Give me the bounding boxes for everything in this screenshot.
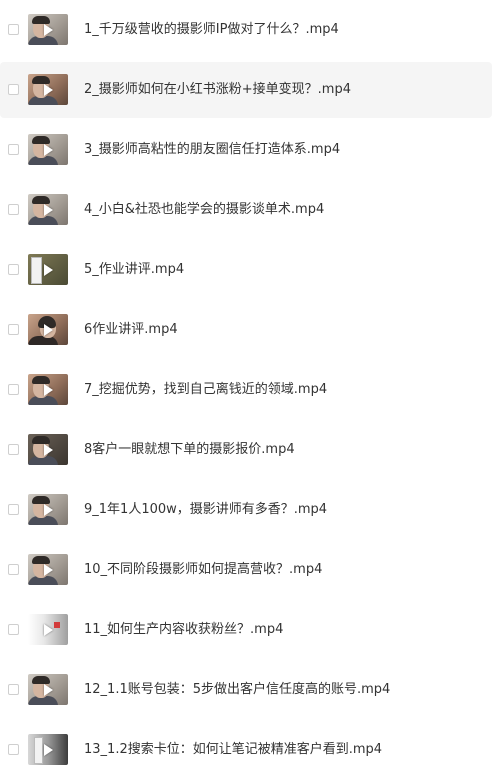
video-thumbnail[interactable]: [28, 14, 68, 45]
file-row[interactable]: 2_摄影师如何在小红书涨粉+接单变现？.mp4: [0, 62, 492, 118]
file-name[interactable]: 5_作业讲评.mp4: [84, 261, 184, 279]
select-checkbox[interactable]: [8, 744, 19, 755]
file-row[interactable]: 8客户一眼就想下单的摄影报价.mp4: [0, 422, 492, 478]
play-icon: [44, 24, 53, 36]
select-checkbox[interactable]: [8, 264, 19, 275]
play-icon: [44, 204, 53, 216]
file-name[interactable]: 1_千万级营收的摄影师IP做对了什么？.mp4: [84, 21, 339, 39]
video-thumbnail[interactable]: [28, 614, 68, 645]
play-icon: [44, 264, 53, 276]
file-row[interactable]: 12_1.1账号包装：5步做出客户信任度高的账号.mp4: [0, 662, 492, 718]
file-row[interactable]: 7_挖掘优势，找到自己离钱近的领域.mp4: [0, 362, 492, 418]
video-thumbnail[interactable]: [28, 734, 68, 765]
play-icon: [44, 444, 53, 456]
file-name[interactable]: 11_如何生产内容收获粉丝？.mp4: [84, 621, 283, 639]
file-row[interactable]: 10_不同阶段摄影师如何提高营收？.mp4: [0, 542, 492, 598]
file-row[interactable]: 9_1年1人100w，摄影讲师有多香？.mp4: [0, 482, 492, 538]
file-row[interactable]: 3_摄影师高粘性的朋友圈信任打造体系.mp4: [0, 122, 492, 178]
play-icon: [44, 144, 53, 156]
file-row[interactable]: 13_1.2搜索卡位：如何让笔记被精准客户看到.mp4: [0, 722, 492, 778]
select-checkbox[interactable]: [8, 684, 19, 695]
file-name[interactable]: 7_挖掘优势，找到自己离钱近的领域.mp4: [84, 381, 327, 399]
video-thumbnail[interactable]: [28, 434, 68, 465]
file-name[interactable]: 4_小白&社恐也能学会的摄影谈单术.mp4: [84, 201, 324, 219]
file-row[interactable]: 5_作业讲评.mp4: [0, 242, 492, 298]
play-icon: [44, 624, 53, 636]
file-name[interactable]: 10_不同阶段摄影师如何提高营收？.mp4: [84, 561, 322, 579]
play-icon: [44, 744, 53, 756]
video-thumbnail[interactable]: [28, 134, 68, 165]
play-icon: [44, 324, 53, 336]
video-thumbnail[interactable]: [28, 74, 68, 105]
file-row[interactable]: 11_如何生产内容收获粉丝？.mp4: [0, 602, 492, 658]
video-thumbnail[interactable]: [28, 254, 68, 285]
play-icon: [44, 684, 53, 696]
file-name[interactable]: 6作业讲评.mp4: [84, 321, 178, 339]
play-icon: [44, 504, 53, 516]
play-icon: [44, 84, 53, 96]
file-name[interactable]: 3_摄影师高粘性的朋友圈信任打造体系.mp4: [84, 141, 340, 159]
video-thumbnail[interactable]: [28, 674, 68, 705]
select-checkbox[interactable]: [8, 444, 19, 455]
select-checkbox[interactable]: [8, 624, 19, 635]
select-checkbox[interactable]: [8, 324, 19, 335]
video-thumbnail[interactable]: [28, 554, 68, 585]
file-row[interactable]: 4_小白&社恐也能学会的摄影谈单术.mp4: [0, 182, 492, 238]
file-name[interactable]: 2_摄影师如何在小红书涨粉+接单变现？.mp4: [84, 81, 351, 99]
select-checkbox[interactable]: [8, 144, 19, 155]
file-row[interactable]: 6作业讲评.mp4: [0, 302, 492, 358]
video-thumbnail[interactable]: [28, 494, 68, 525]
file-name[interactable]: 8客户一眼就想下单的摄影报价.mp4: [84, 441, 295, 459]
select-checkbox[interactable]: [8, 564, 19, 575]
video-thumbnail[interactable]: [28, 314, 68, 345]
video-thumbnail[interactable]: [28, 374, 68, 405]
play-icon: [44, 564, 53, 576]
select-checkbox[interactable]: [8, 504, 19, 515]
play-icon: [44, 384, 53, 396]
video-thumbnail[interactable]: [28, 194, 68, 225]
file-row[interactable]: 1_千万级营收的摄影师IP做对了什么？.mp4: [0, 2, 492, 58]
video-file-list: 1_千万级营收的摄影师IP做对了什么？.mp4 2_摄影师如何在小红书涨粉+接单…: [0, 0, 492, 783]
select-checkbox[interactable]: [8, 84, 19, 95]
file-name[interactable]: 12_1.1账号包装：5步做出客户信任度高的账号.mp4: [84, 681, 390, 699]
file-name[interactable]: 13_1.2搜索卡位：如何让笔记被精准客户看到.mp4: [84, 741, 382, 759]
select-checkbox[interactable]: [8, 384, 19, 395]
select-checkbox[interactable]: [8, 24, 19, 35]
file-name[interactable]: 9_1年1人100w，摄影讲师有多香？.mp4: [84, 501, 327, 519]
select-checkbox[interactable]: [8, 204, 19, 215]
